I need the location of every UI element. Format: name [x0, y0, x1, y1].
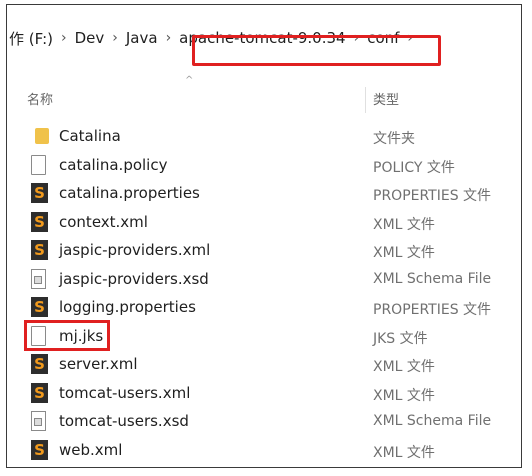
chevron-right-icon: › — [165, 30, 172, 46]
file-type: XML Schema File — [373, 270, 492, 287]
document-icon — [31, 154, 46, 175]
sublime-file-icon: S — [31, 297, 48, 317]
list-item[interactable]: Sweb.xml XML 文件 — [7, 437, 521, 466]
file-name: catalina.policy — [59, 155, 168, 174]
file-name: jaspic-providers.xsd — [59, 269, 209, 288]
file-type: XML 文件 — [373, 387, 435, 404]
list-item[interactable]: Slogging.properties PROPERTIES 文件 — [7, 294, 521, 323]
file-name: jaspic-providers.xml — [59, 241, 211, 259]
file-type: XML 文件 — [373, 359, 435, 375]
sort-caret-icon: ^ — [185, 75, 194, 86]
list-item[interactable]: Scatalina.properties PROPERTIES 文件 — [7, 180, 521, 209]
breadcrumb-java[interactable]: Java — [126, 29, 158, 47]
sublime-file-icon: S — [31, 439, 48, 460]
path-highlight-box — [192, 35, 441, 66]
list-item[interactable]: jaspic-providers.xsd XML Schema File — [7, 266, 521, 295]
file-type: PROPERTIES 文件 — [373, 188, 492, 204]
sublime-file-icon: S — [31, 211, 48, 232]
file-name: web.xml — [59, 440, 123, 459]
file-name: catalina.properties — [59, 184, 200, 202]
xsd-file-icon — [31, 411, 46, 431]
file-type: XML 文件 — [373, 245, 435, 261]
file-explorer-window: 作 (F:) › Dev › Java › apache-tomcat-9.0.… — [6, 4, 522, 468]
sublime-file-icon: S — [31, 354, 48, 374]
list-item[interactable]: catalina.policy POLICY 文件 — [7, 152, 521, 181]
folder-icon — [35, 128, 49, 144]
file-type: POLICY 文件 — [373, 159, 455, 176]
column-divider[interactable] — [365, 87, 366, 113]
chevron-right-icon: › — [112, 30, 118, 46]
file-name: tomcat-users.xsd — [59, 412, 189, 430]
file-name: context.xml — [59, 212, 148, 231]
file-type: XML 文件 — [373, 216, 435, 233]
sublime-file-icon: S — [31, 183, 48, 203]
file-name: tomcat-users.xml — [59, 383, 191, 402]
file-type: XML Schema File — [373, 413, 492, 429]
column-name-header[interactable]: 名称 — [27, 89, 53, 108]
column-type-header[interactable]: 类型 — [373, 89, 399, 108]
list-item[interactable]: Sjaspic-providers.xml XML 文件 — [7, 237, 521, 266]
file-highlight-box — [24, 320, 110, 351]
breadcrumb-drive[interactable]: 作 (F:) — [9, 28, 53, 49]
list-item[interactable]: tomcat-users.xsd XML Schema File — [7, 408, 521, 437]
sublime-file-icon: S — [31, 382, 48, 403]
file-type: JKS 文件 — [373, 330, 428, 347]
xsd-file-icon — [31, 268, 46, 289]
breadcrumb-dev[interactable]: Dev — [75, 29, 105, 47]
file-type: 文件夹 — [373, 131, 415, 147]
file-type: XML 文件 — [373, 444, 435, 461]
file-name: Catalina — [59, 127, 121, 145]
file-type: PROPERTIES 文件 — [373, 302, 492, 318]
file-list: Catalina 文件夹 catalina.policy POLICY 文件 Scata… — [7, 123, 521, 465]
file-name: logging.properties — [59, 298, 196, 316]
sublime-file-icon: S — [31, 240, 48, 260]
file-name: server.xml — [59, 355, 138, 373]
list-item[interactable]: Scontext.xml XML 文件 — [7, 209, 521, 238]
chevron-right-icon: › — [61, 30, 67, 46]
list-item[interactable]: Sserver.xml XML 文件 — [7, 351, 521, 380]
schema-glyph-icon — [34, 275, 42, 284]
list-item[interactable]: Stomcat-users.xml XML 文件 — [7, 380, 521, 409]
column-header: 名称 类型 — [7, 87, 521, 113]
schema-glyph-icon — [34, 418, 42, 426]
list-item[interactable]: Catalina 文件夹 — [7, 123, 521, 152]
